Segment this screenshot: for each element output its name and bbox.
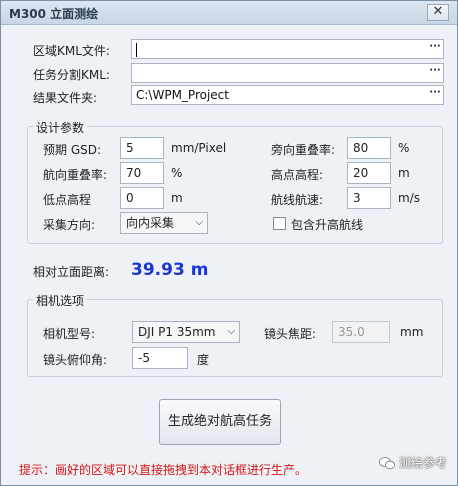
pitch-angle-label: 镜头俯仰角: bbox=[43, 353, 108, 367]
task-kml-browse-button[interactable]: ··· bbox=[427, 64, 443, 82]
side-overlap-input[interactable]: 80 bbox=[347, 137, 391, 159]
forward-overlap-input[interactable]: 70 bbox=[120, 162, 164, 184]
flight-speed-input[interactable]: 3 bbox=[347, 187, 391, 209]
flight-speed-unit: m/s bbox=[398, 191, 420, 205]
result-folder-label: 结果文件夹: bbox=[33, 91, 98, 105]
side-overlap-label: 旁向重叠率: bbox=[271, 143, 336, 157]
capture-direction-select[interactable]: 向内采集 ⌵ bbox=[120, 212, 208, 234]
focal-length-input: 35.0 bbox=[332, 321, 390, 343]
camera-model-label: 相机型号: bbox=[43, 327, 96, 341]
side-overlap-unit: % bbox=[398, 141, 410, 155]
high-elevation-unit: m bbox=[398, 166, 410, 180]
camera-model-select[interactable]: DJI P1 35mm ⌵ bbox=[132, 321, 240, 343]
gsd-unit: mm/Pixel bbox=[171, 141, 227, 155]
result-folder-browse-button[interactable]: ··· bbox=[427, 86, 443, 104]
low-elevation-input[interactable]: 0 bbox=[120, 187, 164, 209]
task-kml-label: 任务分割KML: bbox=[33, 68, 110, 82]
gsd-label: 预期 GSD: bbox=[43, 143, 102, 157]
capture-direction-value: 向内采集 bbox=[126, 216, 175, 230]
generate-task-button[interactable]: 生成绝对航高任务 bbox=[159, 399, 281, 445]
title-bar: M300 立面测绘 ✕ bbox=[1, 1, 457, 25]
low-elevation-unit: m bbox=[171, 191, 183, 205]
result-folder-input[interactable]: C:\WPM_Project bbox=[131, 85, 444, 105]
design-params-title: 设计参数 bbox=[33, 119, 88, 136]
pitch-angle-input[interactable]: -5 bbox=[132, 347, 188, 369]
window-title: M300 立面测绘 bbox=[9, 7, 99, 21]
hint-text: 提示：画好的区域可以直接拖拽到本对话框进行生产。 bbox=[19, 463, 308, 477]
watermark: 测绘参考 bbox=[379, 454, 447, 471]
focal-length-unit: mm bbox=[400, 325, 424, 339]
region-kml-label: 区域KML文件: bbox=[33, 44, 110, 58]
region-kml-input[interactable] bbox=[131, 39, 444, 59]
capture-direction-label: 采集方向: bbox=[43, 218, 96, 232]
camera-model-value: DJI P1 35mm bbox=[138, 325, 216, 339]
include-ascend-checkbox[interactable] bbox=[273, 217, 286, 230]
wechat-icon bbox=[379, 457, 395, 470]
distance-value: 39.93 m bbox=[131, 260, 209, 280]
high-elevation-label: 高点高程: bbox=[271, 168, 324, 182]
include-ascend-label: 包含升高航线 bbox=[291, 218, 364, 232]
high-elevation-input[interactable]: 20 bbox=[347, 162, 391, 184]
flight-speed-label: 航线航速: bbox=[271, 193, 324, 207]
pitch-angle-unit: 度 bbox=[197, 353, 210, 367]
distance-label: 相对立面距离: bbox=[33, 265, 110, 279]
result-folder-value: C:\WPM_Project bbox=[136, 88, 229, 102]
dialog-window: M300 立面测绘 ✕ 区域KML文件: ··· 任务分割KML: ··· 结果… bbox=[0, 0, 458, 486]
watermark-text: 测绘参考 bbox=[398, 456, 447, 470]
gsd-input[interactable]: 5 bbox=[120, 137, 164, 159]
camera-options-title: 相机选项 bbox=[33, 292, 88, 309]
chevron-down-icon: ⌵ bbox=[195, 217, 203, 228]
close-button[interactable]: ✕ bbox=[427, 4, 449, 21]
task-kml-input[interactable] bbox=[131, 63, 444, 83]
forward-overlap-unit: % bbox=[171, 166, 183, 180]
close-icon: ✕ bbox=[432, 4, 444, 19]
focal-length-label: 镜头焦距: bbox=[264, 327, 317, 341]
region-kml-browse-button[interactable]: ··· bbox=[427, 40, 443, 58]
chevron-down-icon: ⌵ bbox=[227, 326, 235, 337]
low-elevation-label: 低点高程 bbox=[43, 193, 92, 207]
forward-overlap-label: 航向重叠率: bbox=[43, 168, 108, 182]
